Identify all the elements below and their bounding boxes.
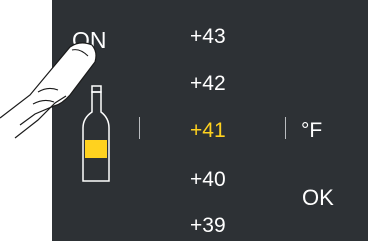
temperature-option-selected[interactable]: +41 <box>190 120 244 141</box>
temperature-option[interactable]: +42 <box>190 73 244 94</box>
temperature-option[interactable]: +40 <box>190 169 244 190</box>
ok-button[interactable]: OK <box>302 187 334 209</box>
bottle-fill-level <box>85 140 107 158</box>
selection-divider-right <box>285 117 286 139</box>
pointing-hand-icon <box>0 42 97 139</box>
selection-divider-left <box>139 117 140 139</box>
temperature-option[interactable]: +43 <box>190 26 244 47</box>
temperature-option[interactable]: +39 <box>190 215 244 236</box>
unit-toggle-button[interactable]: °F <box>301 120 322 141</box>
